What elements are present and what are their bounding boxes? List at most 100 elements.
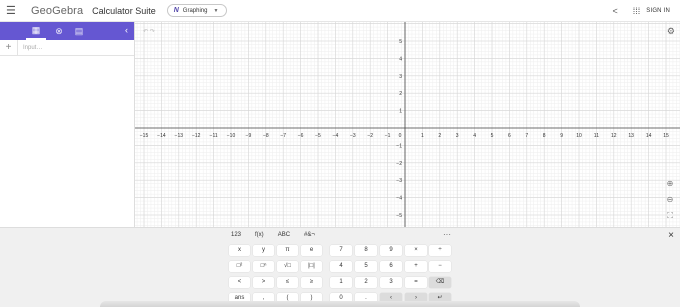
y-tick-label: −3 — [396, 178, 402, 184]
add-icon[interactable]: + — [0, 39, 18, 56]
x-tick-label: −15 — [140, 133, 149, 139]
x-tick-label: 14 — [646, 133, 652, 139]
y-tick-label: 4 — [399, 56, 402, 62]
key-1-4[interactable]: 4 — [330, 261, 352, 272]
x-tick-label: 15 — [663, 133, 669, 139]
y-tick-label: −5 — [396, 213, 402, 219]
x-tick-label: −1 — [385, 133, 391, 139]
suite-title: Calculator Suite — [92, 5, 156, 16]
key-2-8[interactable]: ⌫ — [429, 277, 451, 288]
fullscreen-icon[interactable]: ⛶ — [664, 210, 676, 222]
x-tick-label: 8 — [543, 133, 546, 139]
hamburger-icon[interactable]: ☰ — [6, 4, 22, 17]
x-tick-label: 6 — [508, 133, 511, 139]
collapse-panel-icon[interactable]: ‹ — [125, 25, 128, 35]
key-1-6[interactable]: 6 — [380, 261, 402, 272]
x-tick-label: −6 — [298, 133, 304, 139]
algebra-panel: ▦ ⊗ ▤ ‹ + Input… — [0, 22, 135, 227]
app-header: ☰ GeoGebra Calculator Suite N Graphing ▼… — [0, 0, 680, 22]
x-tick-label: −4 — [333, 133, 339, 139]
tab-functions[interactable]: f(x) — [255, 232, 264, 238]
key-0-0[interactable]: x — [229, 245, 250, 256]
input-field[interactable]: Input… — [23, 45, 42, 51]
tab-numbers[interactable]: 123 — [231, 232, 241, 238]
bottom-bar — [100, 301, 580, 307]
key-0-8[interactable]: ÷ — [429, 245, 451, 256]
key-0-7[interactable]: × — [405, 245, 427, 256]
x-tick-label: 4 — [473, 133, 476, 139]
x-tick-label: −5 — [315, 133, 321, 139]
key-0-1[interactable]: y — [253, 245, 274, 256]
apps-grid-icon[interactable]: ⁞⁞⁞ — [633, 6, 641, 16]
graphing-icon: N — [173, 7, 179, 14]
key-0-6[interactable]: 9 — [380, 245, 402, 256]
chevron-down-icon: ▼ — [213, 7, 219, 14]
zoom-out-icon[interactable]: ⊖ — [664, 194, 676, 206]
tab-symbols[interactable]: #&¬ — [304, 232, 315, 238]
key-2-4[interactable]: 1 — [330, 277, 352, 288]
key-1-1[interactable]: □ⁿ — [253, 261, 274, 272]
x-tick-label: −9 — [246, 133, 252, 139]
tab-algebra[interactable]: ▦ — [26, 22, 46, 40]
tab-table[interactable]: ▤ — [69, 22, 89, 40]
close-keyboard-icon[interactable]: × — [668, 230, 674, 241]
key-1-8[interactable]: − — [429, 261, 451, 272]
x-tick-label: −13 — [175, 133, 184, 139]
x-tick-label: −3 — [350, 133, 356, 139]
x-tick-label: −12 — [192, 133, 201, 139]
brand-logo: GeoGebra — [31, 4, 84, 17]
key-2-0[interactable]: < — [229, 277, 250, 288]
x-tick-label: 1 — [421, 133, 424, 139]
x-tick-label: −10 — [227, 133, 236, 139]
key-2-2[interactable]: ≤ — [277, 277, 298, 288]
zoom-in-icon[interactable]: ⊕ — [664, 178, 676, 190]
key-1-7[interactable]: + — [405, 261, 427, 272]
x-tick-label: 7 — [525, 133, 528, 139]
key-2-3[interactable]: ≥ — [301, 277, 322, 288]
tab-abc[interactable]: ABC — [278, 232, 290, 238]
x-tick-label: 5 — [491, 133, 494, 139]
more-icon[interactable]: ··· — [443, 230, 451, 239]
keyboard-tabs: 123 f(x) ABC #&¬ — [231, 232, 315, 238]
key-0-2[interactable]: π — [277, 245, 298, 256]
y-tick-label: −2 — [396, 161, 402, 167]
graphics-view[interactable]: −15 −14 −13 −12 −11 −10 −9 −8 −7 −6 −5 −4 −3 −2 −1 0 1 2 3… — [135, 22, 680, 227]
key-1-3[interactable]: |□| — [301, 261, 322, 272]
y-tick-label: 2 — [399, 91, 402, 97]
tab-tools[interactable]: ⊗ — [49, 22, 69, 40]
input-row[interactable]: + Input… — [0, 39, 134, 56]
undo-icon[interactable]: ↶ ↷ — [143, 28, 155, 35]
x-tick-label: 0 — [399, 133, 402, 139]
x-tick-label: 10 — [576, 133, 582, 139]
calculator-icon: ▦ — [31, 24, 41, 35]
tools-icon: ⊗ — [55, 25, 63, 36]
x-tick-label: −8 — [263, 133, 269, 139]
sign-in-button[interactable]: SIGN IN — [646, 8, 670, 14]
key-1-5[interactable]: 5 — [355, 261, 377, 272]
app-switcher[interactable]: N Graphing ▼ — [166, 4, 228, 17]
key-1-2[interactable]: √□ — [277, 261, 298, 272]
x-tick-label: −2 — [367, 133, 373, 139]
x-tick-label: 9 — [560, 133, 563, 139]
key-1-0[interactable]: □² — [229, 261, 250, 272]
x-tick-label: 3 — [456, 133, 459, 139]
share-icon[interactable]: < — [612, 6, 617, 16]
y-tick-label: −1 — [396, 143, 402, 149]
key-0-3[interactable]: e — [301, 245, 322, 256]
key-2-7[interactable]: = — [405, 277, 427, 288]
key-0-5[interactable]: 8 — [355, 245, 377, 256]
x-tick-label: 11 — [594, 133, 599, 139]
x-tick-label: 13 — [628, 133, 634, 139]
virtual-keyboard: 123 f(x) ABC #&¬ ··· × x y π e 7 8 9 × ÷ □² □ⁿ √□ |□… — [0, 227, 680, 307]
app-switcher-label: Graphing — [182, 7, 208, 14]
algebra-toolbar: ▦ ⊗ ▤ ‹ — [0, 22, 134, 40]
key-2-5[interactable]: 2 — [355, 277, 377, 288]
key-2-6[interactable]: 3 — [380, 277, 402, 288]
y-tick-label: 3 — [399, 74, 402, 80]
gear-icon[interactable]: ⚙ — [667, 26, 675, 37]
key-2-1[interactable]: > — [253, 277, 274, 288]
x-tick-label: 12 — [611, 133, 617, 139]
y-tick-label: 1 — [399, 109, 402, 115]
key-0-4[interactable]: 7 — [330, 245, 352, 256]
x-tick-label: −14 — [157, 133, 166, 139]
